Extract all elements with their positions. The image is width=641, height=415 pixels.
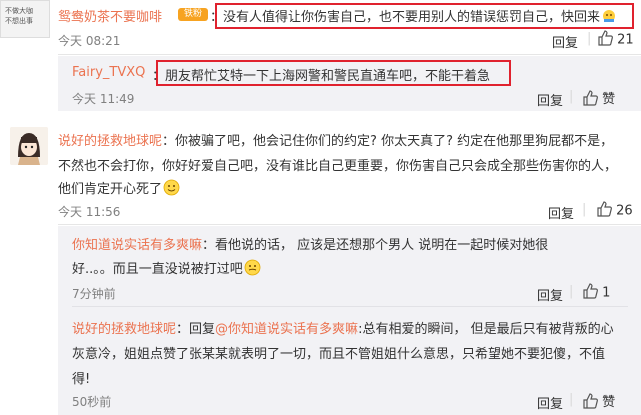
thumb-up-icon bbox=[582, 392, 598, 413]
fan-badge-label: 铁粉 bbox=[183, 9, 202, 19]
separator bbox=[58, 224, 641, 225]
thumb-up-icon bbox=[582, 89, 598, 110]
thumb-up-icon bbox=[596, 201, 612, 221]
reply-button[interactable]: 回复 bbox=[552, 32, 578, 51]
like-count: 1 bbox=[602, 285, 611, 301]
reply-username[interactable]: 你知道说实话有多爽嘛 bbox=[72, 238, 202, 253]
fan-badge: 铁粉 bbox=[178, 8, 208, 21]
reply-button[interactable]: 回复 bbox=[537, 393, 563, 412]
separator bbox=[72, 306, 628, 307]
comment-text: ：没有人值得让你伤害自己，也不要用别人的错误惩罚自己，快回来 bbox=[210, 6, 616, 27]
reply-text-line2: 灰意冷，姐姐点赞了张某某就表明了一切，而且不管姐姐什么意思，只希望她不要犯傻，不… bbox=[72, 347, 606, 362]
reply-prefix: 回复 bbox=[189, 322, 216, 337]
face-emoji-icon bbox=[602, 9, 616, 27]
like-count: 26 bbox=[616, 203, 633, 219]
like-label: 赞 bbox=[602, 92, 616, 107]
like-button[interactable]: 赞 bbox=[582, 391, 615, 413]
reply-text-line2-body: 好..。。而且一直没说被打过吧 bbox=[72, 262, 243, 277]
divider: | bbox=[569, 89, 574, 104]
reply-username[interactable]: Fairy_TVXQ bbox=[72, 65, 145, 80]
like-button[interactable]: 26 bbox=[596, 201, 633, 221]
like-label: 赞 bbox=[602, 395, 616, 410]
reply-button[interactable]: 回复 bbox=[537, 90, 563, 109]
like-button[interactable]: 21 bbox=[597, 30, 634, 50]
mention-link[interactable]: @你知道说实话有多爽嘛 bbox=[215, 322, 358, 337]
divider: | bbox=[587, 31, 592, 46]
comment-time: 今天 08:21 bbox=[58, 34, 121, 48]
divider: | bbox=[582, 202, 587, 217]
reply-text: ：朋友帮忙艾特一下上海网警和警民直通车吧，不能干着急 bbox=[152, 69, 491, 84]
divider: | bbox=[569, 284, 574, 299]
smile-emoji-icon bbox=[244, 259, 261, 280]
comment-username[interactable]: 说好的拯救地球呢 bbox=[58, 134, 162, 149]
thumb-up-icon bbox=[597, 30, 613, 50]
comment-text-line1: 你被骗了吧，他会记住你们的约定? 你太天真了? 约定在他那里狗屁都不是， bbox=[175, 134, 614, 149]
reply-time: 7分钟前 bbox=[72, 287, 116, 301]
reply-text-line1: 看他说的话， 应该是还想那个男人 说明在一起时候对她很 bbox=[215, 238, 549, 253]
like-button[interactable]: 1 bbox=[582, 283, 610, 303]
reply-button[interactable]: 回复 bbox=[548, 203, 574, 222]
thumb-up-icon bbox=[582, 283, 598, 303]
avatar[interactable] bbox=[10, 127, 48, 165]
reply-text-line3: 得! bbox=[72, 372, 91, 387]
comment-text-line3: 他们肯定开心死了 bbox=[58, 178, 180, 200]
divider: | bbox=[569, 392, 574, 407]
comment-text-line2: 不然也不会打你，你好好爱自己吧，没有谁比自己更重要，你伤害自己只会成全那些伤害你… bbox=[58, 159, 618, 174]
reply-text-line1: :总有相爱的瞬间， 但是最后只有被背叛的心 bbox=[358, 322, 614, 337]
comment-username[interactable]: 鸳鸯奶茶不要咖啡 bbox=[58, 6, 162, 25]
reply-text-line2: 好..。。而且一直没说被打过吧 bbox=[72, 258, 261, 280]
reply-text-body: 朋友帮忙艾特一下上海网警和警民直通车吧，不能干着急 bbox=[165, 69, 491, 84]
avatar-text: 不做大咖 不想出事 bbox=[5, 7, 33, 25]
avatar[interactable]: 不做大咖 不想出事 bbox=[0, 0, 50, 38]
reply-text: 你知道说实话有多爽嘛：看他说的话， 应该是还想那个男人 说明在一起时候对她很 bbox=[72, 238, 549, 253]
comment-time: 今天 11:56 bbox=[58, 205, 121, 219]
comment-text-line3-body: 他们肯定开心死了 bbox=[58, 182, 163, 197]
comment-text: 说好的拯救地球呢：你被骗了吧，他会记住你们的约定? 你太天真了? 约定在他那里狗… bbox=[58, 134, 614, 149]
like-button[interactable]: 赞 bbox=[582, 88, 615, 110]
separator bbox=[58, 54, 641, 55]
smile-emoji-icon bbox=[163, 179, 180, 200]
reply-time: 今天 11:49 bbox=[72, 92, 135, 106]
reply-text: 说好的拯救地球呢：回复@你知道说实话有多爽嘛:总有相爱的瞬间， 但是最后只有被背… bbox=[72, 322, 614, 337]
reply-button[interactable]: 回复 bbox=[537, 285, 563, 304]
avatar-illustration bbox=[10, 127, 48, 165]
reply-time: 50秒前 bbox=[72, 395, 112, 409]
like-count: 21 bbox=[617, 32, 634, 48]
reply-username[interactable]: 说好的拯救地球呢 bbox=[72, 322, 176, 337]
comment-text-body: 没有人值得让你伤害自己，也不要用别人的错误惩罚自己，快回来 bbox=[223, 10, 601, 25]
